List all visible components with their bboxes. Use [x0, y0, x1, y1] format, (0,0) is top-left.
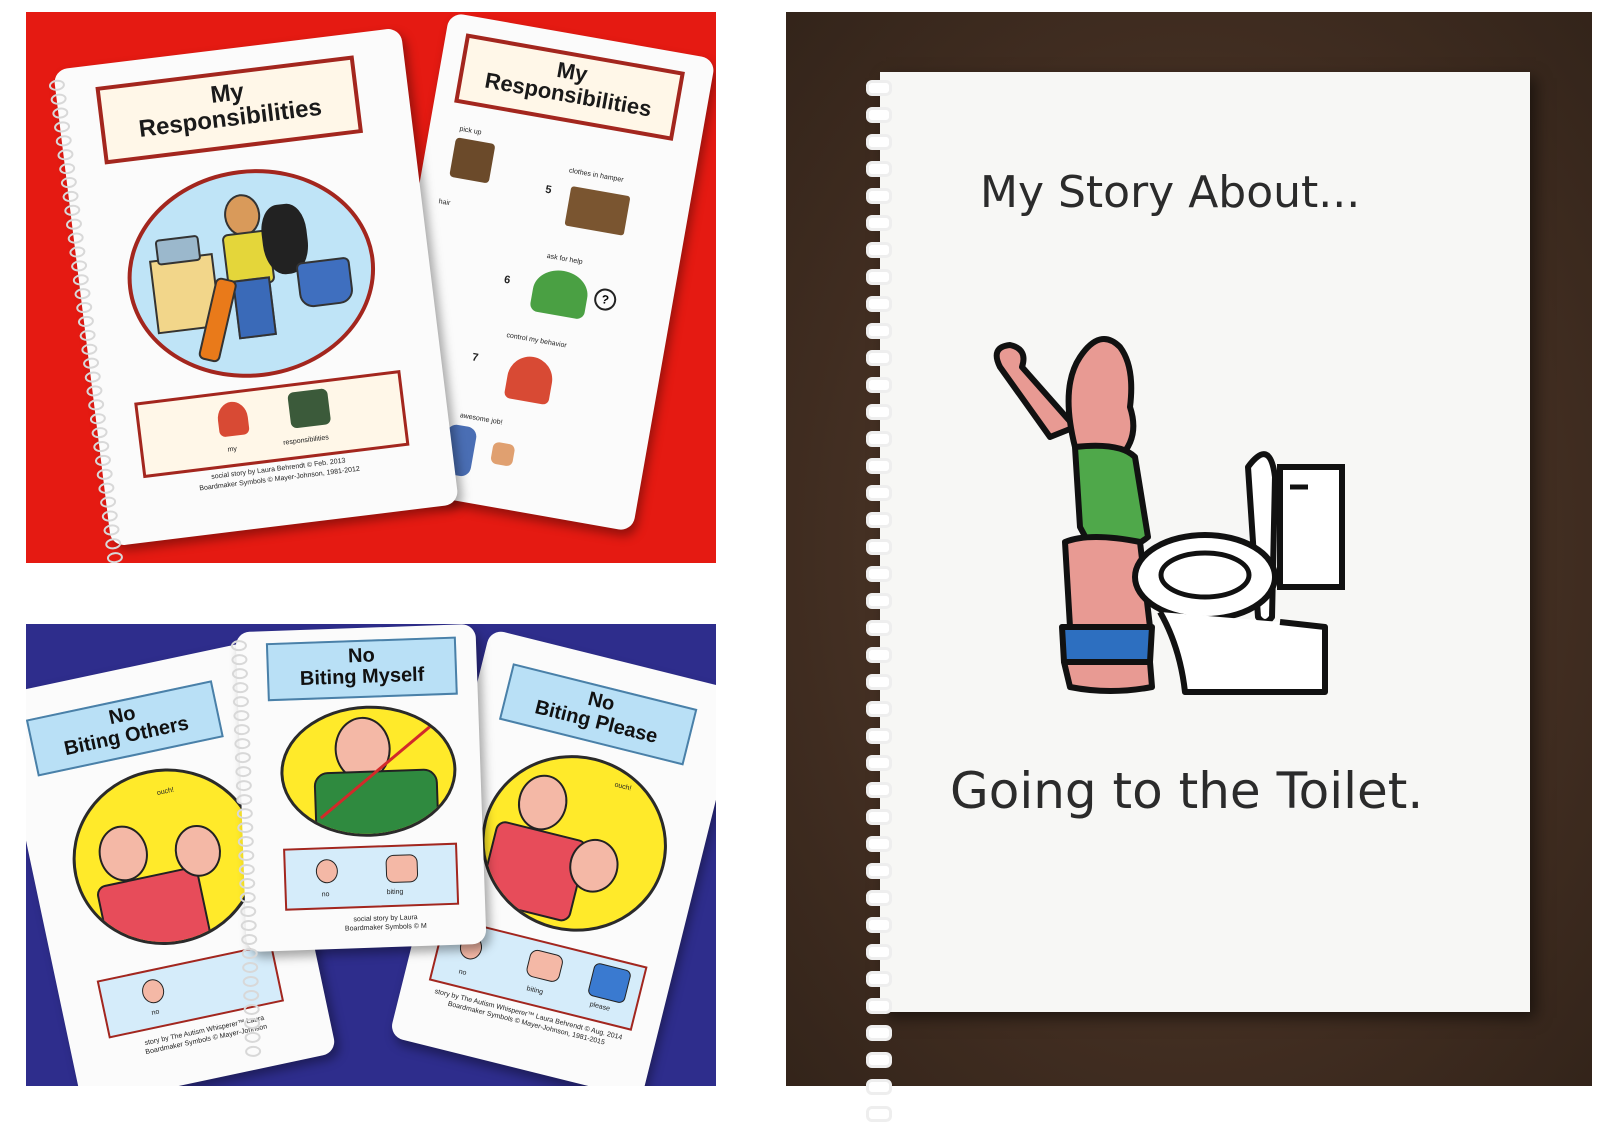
toilet-story-book: My Story About... Going to the Toilet.	[880, 72, 1530, 1012]
no-biting-please-title: No Biting Please	[498, 663, 698, 766]
ouch-label-1: ouch!	[156, 786, 175, 798]
front-book-title: My Responsibilities	[95, 55, 364, 165]
blue-pants	[1059, 624, 1155, 665]
story-caption: Going to the Toilet.	[950, 762, 1424, 820]
sad-face-icon	[139, 977, 167, 1006]
biting-please-illustration: ouch!	[462, 735, 686, 952]
child-arm-self	[313, 768, 440, 840]
book3-strip-please: please	[588, 1001, 611, 1013]
biting-books-photo: No Biting Others ouch! no story by The A…	[26, 624, 716, 1086]
biting-myself-strip: no biting	[283, 842, 460, 911]
list-num-7: 7	[471, 351, 480, 365]
shirt-please-icon	[586, 961, 633, 1005]
list-label-behavior: control my behavior	[505, 332, 568, 350]
plates-shape	[154, 234, 202, 266]
toilet-illustration	[993, 336, 1345, 695]
my-symbol-icon	[215, 400, 250, 438]
toilet-base	[1157, 610, 1328, 695]
book2-strip-biting: biting	[386, 888, 404, 897]
list-label-pick-up: pick up	[458, 125, 483, 137]
ask-help-icon	[529, 266, 592, 321]
list-label-hamper: clothes in hamper	[568, 167, 625, 184]
behavior-icon	[503, 353, 556, 406]
ouch-label-3: ouch!	[613, 781, 633, 793]
person-pants	[232, 276, 277, 340]
child-head	[1065, 336, 1137, 460]
list-label-ask-help: ask for help	[546, 252, 584, 267]
responsibilities-symbol-icon	[287, 388, 332, 429]
list-label-hair: hair	[438, 198, 451, 208]
chores-illustration	[115, 155, 388, 392]
front-book: My Responsibilities my responsibilities …	[48, 27, 459, 563]
pick-up-icon	[449, 137, 496, 184]
question-icon: ?	[592, 286, 618, 313]
toilet-tank	[1277, 464, 1345, 590]
teeth-icon	[524, 948, 565, 984]
book2-strip-no: no	[321, 891, 330, 899]
list-num-5: 5	[544, 183, 553, 197]
hamper-icon	[564, 185, 631, 236]
responsibilities-photo: My Responsibilities pick up 5 clothes in…	[26, 12, 716, 563]
strip-word-my: my	[227, 445, 238, 454]
list-num-6: 6	[503, 273, 512, 287]
biting-myself-illustration	[278, 702, 459, 840]
toilet-book-binding	[866, 80, 892, 1133]
list-label-awesome: awesome job!	[459, 412, 503, 427]
no-biting-others-title: No Biting Others	[26, 680, 224, 777]
no-face-icon-2	[315, 858, 339, 884]
toilet-seat-hole	[1158, 550, 1252, 600]
no-biting-myself-title: No Biting Myself	[265, 636, 458, 702]
teeth-icon-2	[385, 854, 419, 884]
book1-strip-no: no	[150, 1008, 161, 1017]
strip-word-responsibilities: responsibilities	[282, 434, 330, 447]
child-shirt-1	[95, 865, 213, 960]
thumbs-up-icon	[490, 441, 516, 467]
raised-arm	[993, 342, 1078, 440]
symbol-strip: my responsibilities	[134, 370, 410, 479]
story-title: My Story About...	[980, 167, 1361, 218]
back-book-title: My Responsibilities	[454, 33, 685, 141]
child-feet	[1061, 659, 1155, 694]
laundry-basket-shape	[295, 256, 355, 309]
book3-strip-no: no	[457, 968, 468, 978]
book3-strip-biting: biting	[525, 985, 544, 997]
no-biting-myself-book: No Biting Myself no biting social story …	[230, 624, 487, 1058]
